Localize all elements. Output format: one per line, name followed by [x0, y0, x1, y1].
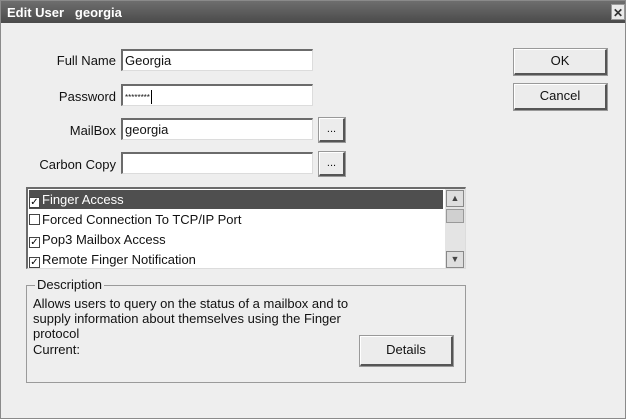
scroll-down-icon[interactable]: ▼ [446, 251, 464, 268]
edit-user-dialog: Edit User georgia ✕ Full Name Georgia Pa… [0, 0, 626, 419]
list-item[interactable]: ✓ Finger Access [29, 190, 443, 209]
list-item-label: Forced Connection To TCP/IP Port [42, 212, 242, 227]
list-item[interactable]: ✓ Pop3 Mailbox Access [29, 230, 443, 249]
mailbox-label: MailBox [69, 123, 116, 138]
password-field[interactable]: ******** [121, 84, 313, 106]
mailbox-value: georgia [125, 122, 169, 137]
scroll-thumb[interactable] [446, 209, 464, 223]
checkbox[interactable]: ✓ [29, 237, 40, 248]
checkbox[interactable]: ✓ [29, 197, 40, 208]
list-item[interactable]: Forced Connection To TCP/IP Port [29, 210, 443, 229]
title-bar[interactable]: Edit User georgia ✕ [1, 1, 625, 23]
close-icon[interactable]: ✕ [611, 4, 625, 20]
vertical-scrollbar[interactable]: ▲ ▼ [445, 189, 465, 268]
mailbox-browse-button[interactable]: ... [318, 117, 346, 143]
window-title: Edit User georgia [7, 5, 122, 20]
list-item-label: Remote Finger Notification [42, 252, 196, 267]
full-name-field[interactable]: Georgia [121, 49, 313, 71]
carbon-copy-label: Carbon Copy [39, 157, 116, 172]
mailbox-field[interactable]: georgia [121, 118, 313, 140]
list-item-label: Pop3 Mailbox Access [42, 232, 166, 247]
checkbox[interactable]: ✓ [29, 257, 40, 268]
details-button[interactable]: Details [359, 335, 454, 367]
cancel-button[interactable]: Cancel [513, 83, 608, 111]
ok-button[interactable]: OK [513, 48, 608, 76]
text-caret [150, 89, 152, 104]
carbon-copy-browse-button[interactable]: ... [318, 151, 346, 177]
password-value: ******** [125, 93, 150, 102]
description-legend: Description [35, 277, 105, 292]
permissions-list[interactable]: ✓ Finger Access Forced Connection To TCP/… [26, 187, 466, 269]
scroll-up-icon[interactable]: ▲ [446, 190, 464, 207]
checkbox[interactable] [29, 214, 40, 225]
current-label: Current: [33, 342, 80, 357]
password-label: Password [58, 89, 116, 104]
list-item-label: Finger Access [42, 192, 124, 207]
carbon-copy-field[interactable] [121, 152, 313, 174]
full-name-value: Georgia [125, 53, 172, 68]
description-text: Allows users to query on the status of a… [33, 296, 349, 341]
full-name-label: Full Name [56, 53, 116, 68]
list-item[interactable]: ✓ Remote Finger Notification [29, 250, 443, 268]
description-group: Description Allows users to query on the… [26, 277, 466, 383]
